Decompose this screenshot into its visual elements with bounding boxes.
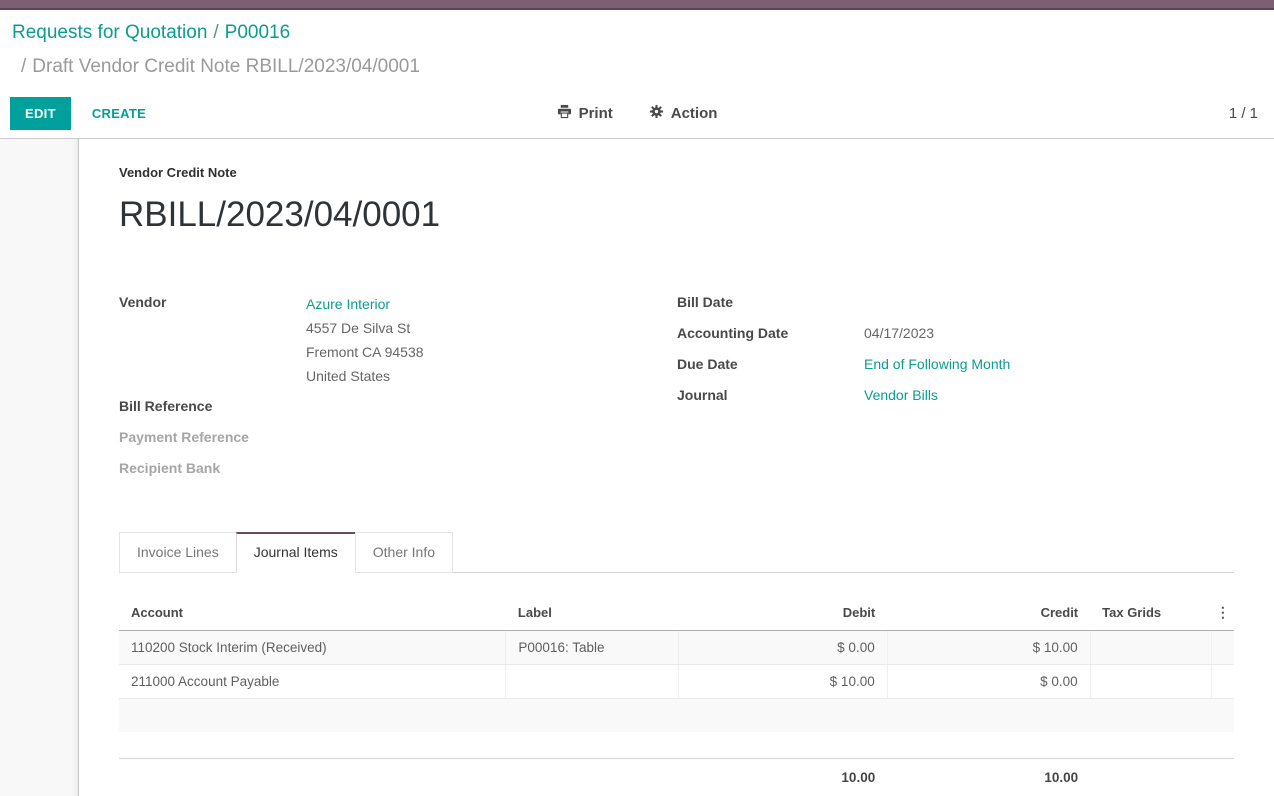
- action-button[interactable]: Action: [649, 104, 718, 123]
- brand-top-bar: [0, 0, 1274, 10]
- vendor-field: Vendor Azure Interior 4557 De Silva St F…: [119, 292, 677, 388]
- payment-reference-label: Payment Reference: [119, 427, 306, 448]
- bill-reference-label: Bill Reference: [119, 396, 306, 417]
- accounting-date-label: Accounting Date: [677, 323, 864, 344]
- vendor-street: 4557 De Silva St: [306, 316, 424, 340]
- cell-menu: [1212, 665, 1234, 699]
- due-date-label: Due Date: [677, 354, 864, 375]
- column-header-debit[interactable]: Debit: [679, 595, 888, 631]
- vendor-country: United States: [306, 364, 424, 388]
- document-type-label: Vendor Credit Note: [119, 165, 1234, 180]
- breadcrumb-line-1: Requests for Quotation/P00016: [12, 21, 1258, 45]
- breadcrumb-current-item: /Draft Vendor Credit Note RBILL/2023/04/…: [12, 55, 1258, 79]
- accounting-date-value: 04/17/2023: [864, 323, 934, 344]
- totals-empty: [1090, 759, 1212, 795]
- table-row[interactable]: 211000 Account Payable $ 10.00 $ 0.00: [119, 665, 1234, 699]
- breadcrumb-separator-2: /: [21, 56, 32, 77]
- cell-credit: $ 10.00: [887, 631, 1090, 665]
- main-content: Vendor Credit Note RBILL/2023/04/0001 Ve…: [0, 139, 1274, 796]
- spacer-row: [119, 732, 1234, 759]
- print-button[interactable]: Print: [557, 104, 613, 123]
- document-title: RBILL/2023/04/0001: [119, 194, 1234, 236]
- recipient-bank-label: Recipient Bank: [119, 458, 306, 479]
- cell-account: 211000 Account Payable: [119, 665, 506, 699]
- field-group-right: Bill Date Accounting Date 04/17/2023 Due…: [677, 292, 1234, 489]
- breadcrumb-current-label: Draft Vendor Credit Note RBILL/2023/04/0…: [32, 56, 420, 77]
- breadcrumb-separator: /: [207, 22, 224, 43]
- tab-journal-items[interactable]: Journal Items: [236, 532, 356, 573]
- empty-row: [119, 699, 1234, 732]
- cell-tax-grids: [1090, 665, 1212, 699]
- field-groups: Vendor Azure Interior 4557 De Silva St F…: [119, 292, 1234, 489]
- cell-menu: [1212, 631, 1234, 665]
- action-label: Action: [671, 105, 718, 122]
- notebook-tabs: Invoice Lines Journal Items Other Info: [119, 532, 1234, 573]
- due-date-field: Due Date End of Following Month: [677, 354, 1234, 375]
- vendor-link[interactable]: Azure Interior: [306, 296, 390, 312]
- tab-other-info[interactable]: Other Info: [355, 532, 453, 573]
- recipient-bank-field[interactable]: Recipient Bank: [119, 458, 677, 479]
- table-row[interactable]: 110200 Stock Interim (Received) P00016: …: [119, 631, 1234, 665]
- totals-empty: [506, 759, 679, 795]
- cell-tax-grids: [1090, 631, 1212, 665]
- printer-icon: [557, 104, 572, 123]
- print-label: Print: [579, 105, 613, 122]
- totals-empty: [119, 759, 506, 795]
- bill-date-field[interactable]: Bill Date: [677, 292, 1234, 313]
- table-header-row: Account Label Debit Credit Tax Grids ⋮: [119, 595, 1234, 631]
- column-header-label[interactable]: Label: [506, 595, 679, 631]
- bill-date-label: Bill Date: [677, 292, 864, 313]
- totals-row: 10.00 10.00: [119, 759, 1234, 795]
- field-group-left: Vendor Azure Interior 4557 De Silva St F…: [119, 292, 677, 489]
- totals-empty: [1212, 759, 1234, 795]
- column-header-tax-grids[interactable]: Tax Grids: [1090, 595, 1212, 631]
- cell-debit: $ 0.00: [679, 631, 888, 665]
- total-debit: 10.00: [679, 759, 888, 795]
- breadcrumb: Requests for Quotation/P00016 /Draft Ven…: [0, 10, 1274, 89]
- journal-label: Journal: [677, 385, 864, 406]
- tab-invoice-lines[interactable]: Invoice Lines: [119, 532, 237, 573]
- accounting-date-field: Accounting Date 04/17/2023: [677, 323, 1234, 344]
- cell-debit: $ 10.00: [679, 665, 888, 699]
- total-credit: 10.00: [887, 759, 1090, 795]
- journal-link[interactable]: Vendor Bills: [864, 387, 938, 403]
- column-header-credit[interactable]: Credit: [887, 595, 1090, 631]
- vendor-city: Fremont CA 94538: [306, 340, 424, 364]
- journal-field: Journal Vendor Bills: [677, 385, 1234, 406]
- optional-columns-icon[interactable]: ⋮: [1216, 604, 1230, 621]
- gear-icon: [649, 104, 664, 123]
- breadcrumb-link-p00016[interactable]: P00016: [225, 22, 291, 43]
- cell-credit: $ 0.00: [887, 665, 1090, 699]
- cell-account: 110200 Stock Interim (Received): [119, 631, 506, 665]
- vendor-value: Azure Interior 4557 De Silva St Fremont …: [306, 292, 424, 388]
- left-gutter: [0, 139, 78, 796]
- column-header-account[interactable]: Account: [119, 595, 506, 631]
- cell-label: P00016: Table: [506, 631, 679, 665]
- vendor-label: Vendor: [119, 292, 306, 388]
- form-sheet: Vendor Credit Note RBILL/2023/04/0001 Ve…: [78, 139, 1274, 796]
- control-bar: EDIT CREATE Print: [0, 89, 1274, 139]
- center-actions: Print Action: [0, 89, 1274, 138]
- payment-reference-field[interactable]: Payment Reference: [119, 427, 677, 448]
- journal-items-table: Account Label Debit Credit Tax Grids ⋮ 1…: [119, 595, 1234, 794]
- cell-label: [506, 665, 679, 699]
- bill-reference-field[interactable]: Bill Reference: [119, 396, 677, 417]
- due-date-link[interactable]: End of Following Month: [864, 356, 1010, 372]
- breadcrumb-link-requests-for-quotation[interactable]: Requests for Quotation: [12, 22, 207, 43]
- pager[interactable]: 1 / 1: [1229, 105, 1258, 122]
